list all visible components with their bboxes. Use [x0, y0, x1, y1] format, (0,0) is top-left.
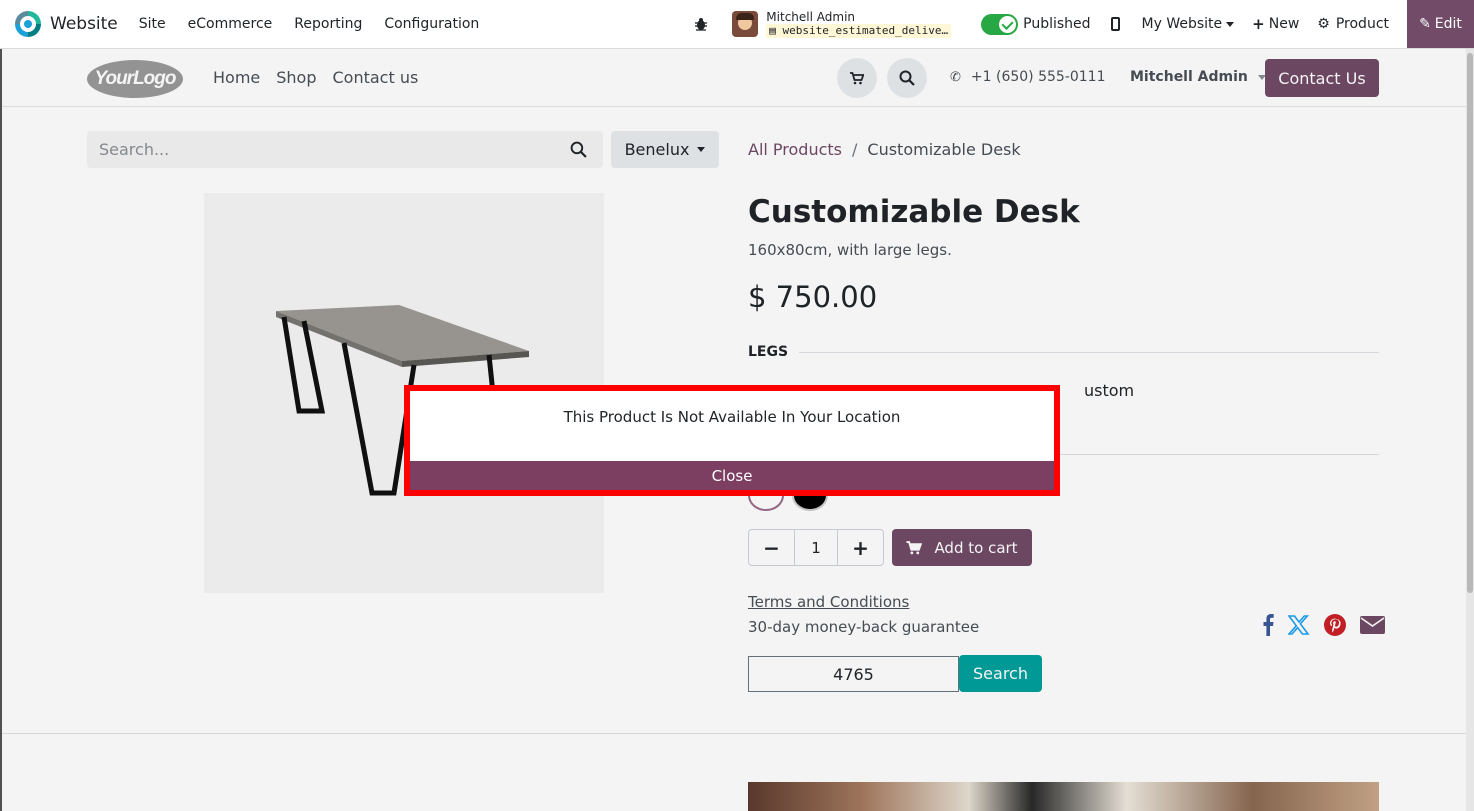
user-name: Mitchell Admin: [766, 10, 856, 24]
app-title: Website: [50, 14, 118, 34]
mobile-preview-icon[interactable]: [1110, 17, 1120, 31]
odoo-admin-navbar: Website Site eCommerce Reporting Configu…: [0, 0, 1474, 49]
website-switcher[interactable]: My Website: [1142, 16, 1235, 32]
website-switcher-label: My Website: [1141, 16, 1223, 32]
pencil-icon: ✎: [1419, 16, 1431, 32]
published-switch[interactable]: [981, 13, 1019, 35]
navbar-systray: Mitchell Admin ▤ website_estimated_deliv…: [694, 0, 1474, 48]
edit-label: Edit: [1434, 16, 1462, 32]
database-icon: ▤: [769, 24, 783, 37]
product-label: Product: [1335, 16, 1389, 32]
debug-bug-icon[interactable]: [694, 17, 708, 31]
new-content-button[interactable]: + New: [1252, 15, 1299, 33]
user-menu[interactable]: Mitchell Admin ▤ website_estimated_deliv…: [732, 10, 952, 38]
product-settings-button[interactable]: ⚙ Product: [1317, 16, 1389, 32]
dialog-message: This Product Is Not Available In Your Lo…: [410, 391, 1054, 461]
menu-ecommerce[interactable]: eCommerce: [177, 16, 284, 32]
publish-toggle[interactable]: Published: [981, 13, 1091, 35]
check-icon: [999, 15, 1017, 33]
gear-icon: ⚙: [1317, 16, 1330, 32]
menu-reporting[interactable]: Reporting: [283, 16, 373, 32]
user-avatar: [732, 11, 759, 37]
plus-icon: +: [1252, 15, 1265, 33]
database-label: website_estimated_delive…: [782, 24, 949, 37]
caret-down-icon: [1226, 21, 1235, 27]
database-name: ▤ website_estimated_delive…: [766, 24, 952, 38]
close-button[interactable]: Close: [410, 461, 1054, 490]
edit-button[interactable]: ✎ Edit: [1407, 0, 1474, 48]
app-brand[interactable]: Website: [0, 0, 118, 48]
app-menu: Site eCommerce Reporting Configuration: [128, 16, 491, 32]
new-label: New: [1268, 16, 1300, 32]
menu-configuration[interactable]: Configuration: [373, 16, 490, 32]
menu-site[interactable]: Site: [128, 16, 177, 32]
availability-dialog: This Product Is Not Available In Your Lo…: [404, 385, 1060, 496]
website-app-icon: [15, 11, 41, 37]
published-label: Published: [1023, 16, 1091, 32]
